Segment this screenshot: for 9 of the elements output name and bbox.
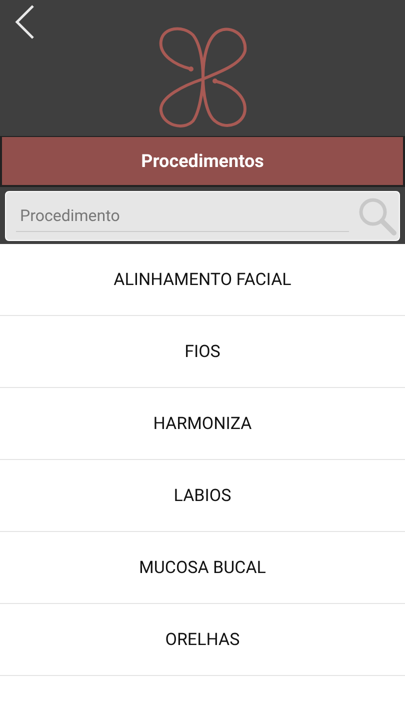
list-item[interactable]: MUCOSA BUCAL	[139, 558, 266, 578]
back-icon[interactable]	[14, 4, 36, 40]
list-item[interactable]: ORELHAS	[165, 630, 240, 650]
search-field[interactable]: Procedimento	[5, 191, 400, 241]
list-item[interactable]: FIOS	[184, 342, 220, 362]
page-title: Procedimentos	[141, 150, 264, 172]
list-item[interactable]: ALINHAMENTO FACIAL	[114, 270, 292, 290]
list-item[interactable]: HARMONIZA	[153, 414, 252, 434]
list-item[interactable]: LABIOS	[174, 486, 232, 506]
